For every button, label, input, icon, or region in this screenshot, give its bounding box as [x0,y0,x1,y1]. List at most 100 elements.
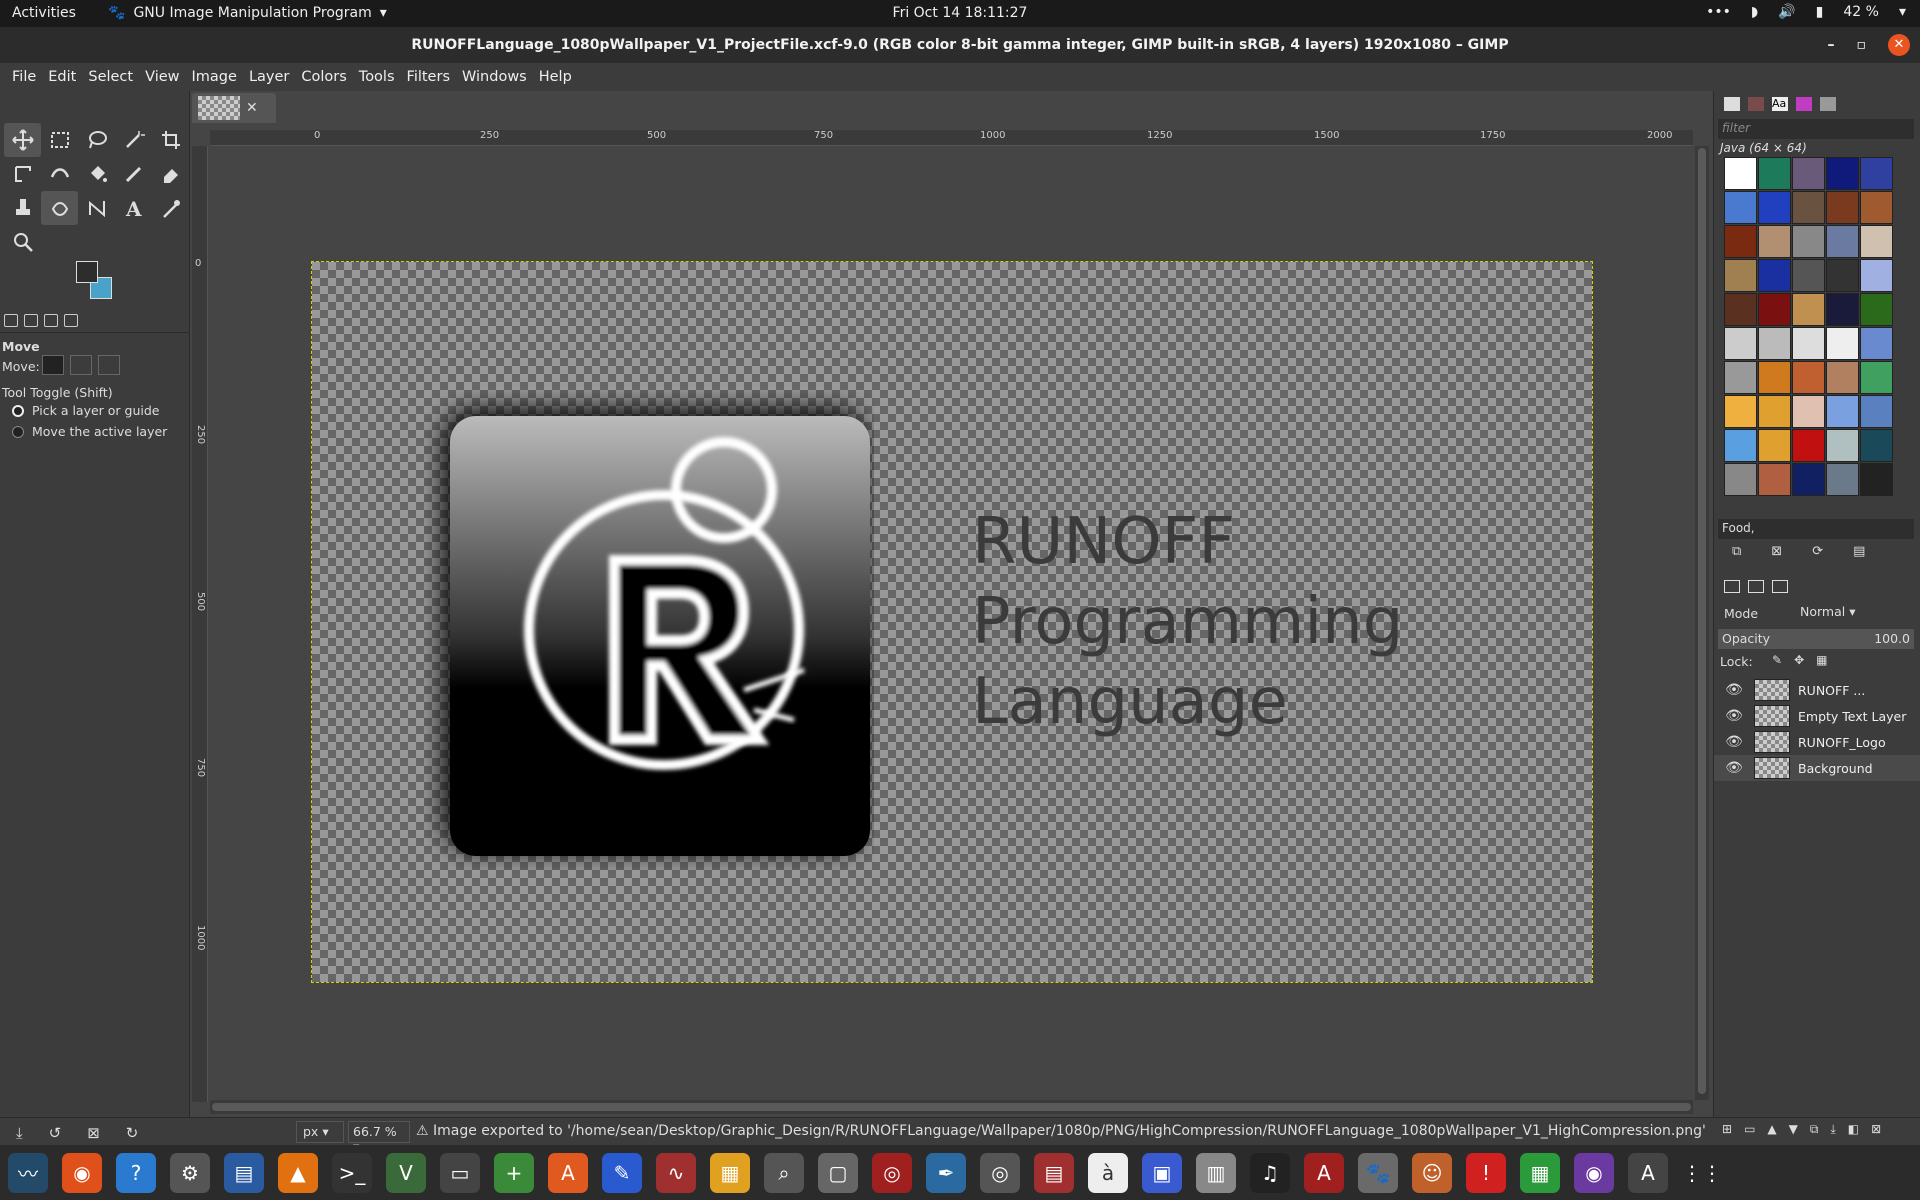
pattern-swatch[interactable] [1826,191,1859,224]
battery-icon[interactable]: ▮ [1816,4,1824,20]
undo-history-tab-icon[interactable] [44,314,58,327]
move-path-icon[interactable] [98,355,120,375]
bucket-fill-icon[interactable] [78,157,115,191]
fuzzy-select-icon[interactable] [115,123,152,157]
chevron-down-icon[interactable]: ▾ [1899,4,1906,20]
pattern-swatch[interactable] [1758,157,1791,190]
pattern-swatch[interactable] [1792,327,1825,360]
document-icon[interactable]: à [1088,1152,1128,1193]
clone-icon[interactable] [4,191,41,225]
pattern-swatch[interactable] [1860,259,1893,292]
pdf-viewer-icon[interactable]: A [1304,1152,1344,1193]
opacity-slider[interactable]: Opacity 100.0 [1718,629,1914,649]
menu-windows[interactable]: Windows [456,69,533,85]
pattern-swatch[interactable] [1826,259,1859,292]
layer-row-selected[interactable]: 👁 Background [1714,755,1920,781]
spreadsheet-icon[interactable]: ▦ [710,1152,750,1193]
pattern-swatch[interactable] [1758,259,1791,292]
pattern-swatch[interactable] [1792,361,1825,394]
delete-icon[interactable]: ⊠ [1771,544,1782,559]
pattern-swatch[interactable] [1724,293,1757,326]
patterns-tab-icon[interactable] [1748,97,1764,111]
pattern-swatch[interactable] [1826,225,1859,258]
pattern-swatch[interactable] [1826,395,1859,428]
pattern-swatch[interactable] [1724,225,1757,258]
eye-icon[interactable]: 👁 [1714,708,1754,724]
pattern-swatch[interactable] [1826,293,1859,326]
pattern-swatch[interactable] [1860,361,1893,394]
clock[interactable]: Fri Oct 14 18:11:27 [0,5,1920,21]
system-tray[interactable]: ••• ◗ 🔊 ▮ 42 % ▾ [1706,4,1906,20]
pattern-swatch[interactable] [1826,429,1859,462]
reset-icon[interactable]: ↻ [126,1124,139,1142]
horizontal-ruler[interactable]: 0 250 500 750 1000 1250 1500 1750 2000 [210,130,1693,146]
pattern-swatch[interactable] [1792,293,1825,326]
brushes-tab-icon[interactable] [1724,97,1740,111]
files-icon[interactable]: ▢ [818,1152,858,1193]
crop-icon[interactable] [152,123,189,157]
pattern-swatch[interactable] [1792,225,1825,258]
foreground-color[interactable] [76,261,98,283]
lower-icon[interactable]: ▼ [1789,1122,1798,1137]
image-tab[interactable]: ✕ [192,93,276,123]
layer-row[interactable]: 👁 RUNOFF_Logo [1714,729,1920,755]
pattern-swatch[interactable] [1826,327,1859,360]
pattern-swatch[interactable] [1860,463,1893,496]
image-canvas[interactable]: RUNOFF Programming Language [311,261,1593,983]
pattern-swatch[interactable] [1724,259,1757,292]
raise-icon[interactable]: ▲ [1767,1122,1776,1137]
eraser-icon[interactable] [152,157,189,191]
palettes-tab-icon[interactable] [1820,97,1836,111]
pattern-swatch[interactable] [1758,225,1791,258]
settings-icon[interactable]: ⚙ [170,1152,210,1193]
music-icon[interactable]: ♫ [1250,1152,1290,1193]
smudge-icon[interactable] [41,191,78,225]
move-selection-icon[interactable] [70,355,92,375]
menu-help[interactable]: Help [533,69,578,85]
pattern-filter-input[interactable]: filter [1718,119,1914,139]
pattern-swatch[interactable] [1826,157,1859,190]
obs-icon[interactable]: ◉ [1574,1152,1614,1193]
pattern-swatch[interactable] [1792,395,1825,428]
firefox-icon[interactable]: ◉ [62,1152,102,1193]
gimp-icon[interactable]: 🐾 [1358,1152,1398,1193]
pattern-swatch[interactable] [1860,225,1893,258]
new-layer-icon[interactable]: ⊞ [1722,1122,1732,1137]
pattern-swatch[interactable] [1860,395,1893,428]
mask-icon[interactable]: ◧ [1848,1122,1859,1137]
menu-file[interactable]: File [6,69,42,85]
lock-alpha-icon[interactable]: ▦ [1816,653,1827,667]
calc-icon[interactable]: ▦ [1520,1152,1560,1193]
device-status-tab-icon[interactable] [24,314,38,327]
software-icon[interactable]: A [548,1152,588,1193]
pattern-swatch[interactable] [1724,395,1757,428]
pattern-swatch[interactable] [1826,361,1859,394]
new-group-icon[interactable]: ▭ [1744,1122,1755,1137]
pattern-swatch[interactable] [1724,327,1757,360]
error-icon[interactable]: ! [1466,1152,1506,1193]
menu-image[interactable]: Image [186,69,243,85]
pattern-swatch[interactable] [1758,463,1791,496]
close-icon[interactable]: ✕ [1888,34,1910,56]
paths-tab-icon[interactable] [1772,580,1788,593]
writer-icon[interactable]: ▤ [224,1152,264,1193]
pattern-swatch[interactable] [1792,157,1825,190]
vim-icon[interactable]: V [386,1152,426,1193]
text-editor-icon[interactable]: ✎ [602,1152,642,1193]
eye-icon[interactable]: 👁 [1714,682,1754,698]
pattern-swatch[interactable] [1758,429,1791,462]
maximize-icon[interactable]: ▫ [1857,27,1867,63]
channels-tab-icon[interactable] [1748,580,1764,593]
pattern-swatch[interactable] [1724,157,1757,190]
game-icon[interactable]: ☺ [1412,1152,1452,1193]
open-icon[interactable]: ▤ [1853,544,1865,559]
chart-app-icon[interactable]: ∿ [656,1152,696,1193]
fonts-tab-icon[interactable]: Aa [1772,97,1788,111]
layer-row[interactable]: 👁 Empty Text Layer [1714,703,1920,729]
inkscape-icon[interactable]: ✒ [926,1152,966,1193]
move-layer-icon[interactable] [42,355,64,375]
color-picker-icon[interactable] [152,191,189,225]
display-icon[interactable]: ▭ [440,1152,480,1193]
pick-layer-radio[interactable]: Pick a layer or guide [12,403,160,418]
pattern-swatch[interactable] [1860,429,1893,462]
